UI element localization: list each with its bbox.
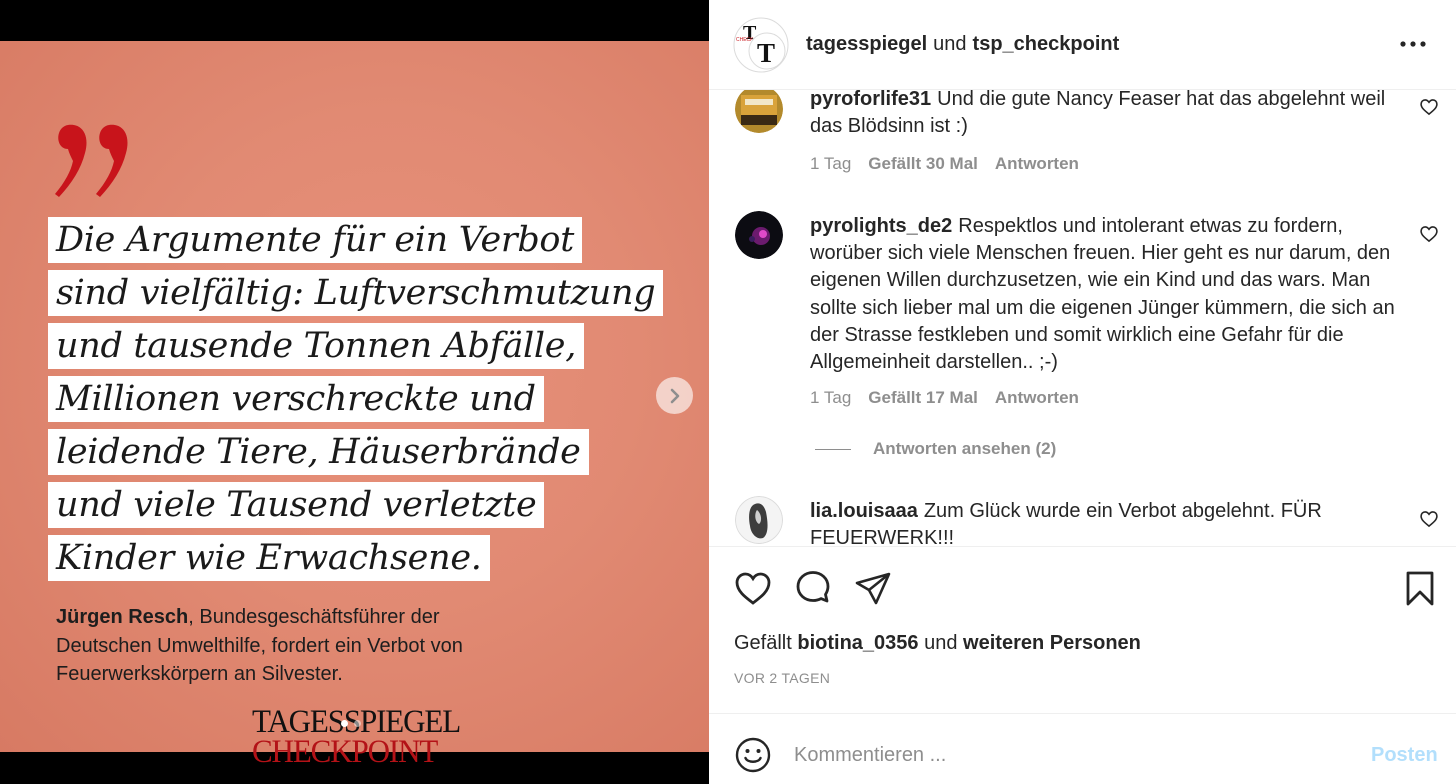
- quote-line: leidende Tiere, Häuserbrände: [48, 429, 663, 475]
- more-options-button[interactable]: [1393, 30, 1433, 58]
- view-replies-button[interactable]: Antworten ansehen (2): [815, 439, 1056, 459]
- quote-line: und tausende Tonnen Abfälle,: [48, 323, 663, 369]
- tagesspiegel-checkpoint-logo: TAGESSPIEGEL CHECKPOINT: [252, 706, 462, 770]
- quote-mark-icon: [55, 124, 128, 197]
- comment-likes[interactable]: Gefällt 17 Mal: [868, 388, 978, 408]
- comment-text: pyrolights_de2 Respektlos und intolerant …: [810, 215, 1395, 374]
- commenter-avatar[interactable]: [735, 90, 783, 133]
- heart-icon[interactable]: [1419, 224, 1439, 244]
- heart-icon[interactable]: [1419, 509, 1439, 529]
- quote-line: sind vielfältig: Luftverschmutzung: [48, 270, 664, 316]
- post-comment-button[interactable]: Posten: [1371, 744, 1438, 767]
- comment-time[interactable]: 1 Tag: [810, 154, 851, 174]
- liked-by-text: Gefällt biotina_0356 und weiteren Person…: [734, 632, 1141, 654]
- liked-by-others-link[interactable]: weiteren Personen: [963, 632, 1141, 654]
- author-link-tagesspiegel[interactable]: tagesspiegel: [806, 33, 927, 55]
- quote-line: Die Argumente für ein Verbot: [48, 217, 663, 263]
- comment-username[interactable]: lia.louisaaa: [810, 500, 918, 522]
- account-avatar[interactable]: T CHECK T: [733, 17, 789, 73]
- quote-text: Die Argumente für ein Verbot sind vielfä…: [48, 217, 664, 588]
- comment-bubble-icon[interactable]: [793, 569, 833, 609]
- comment-input[interactable]: [794, 736, 1334, 774]
- quote-line: Millionen verschreckte und: [48, 376, 663, 422]
- comment-username[interactable]: pyroforlife31: [810, 90, 931, 110]
- bookmark-save-icon[interactable]: [1400, 569, 1440, 609]
- liked-by-user-link[interactable]: biotina_0356: [797, 632, 918, 654]
- quote-attribution: Jürgen Resch, Bundesgeschäftsführer der …: [56, 603, 526, 689]
- comment-time[interactable]: 1 Tag: [810, 388, 851, 408]
- next-slide-button[interactable]: [656, 377, 693, 414]
- emoji-smiley-icon[interactable]: [734, 736, 772, 774]
- slide-dot-active: [341, 720, 348, 727]
- chevron-right-icon: [670, 388, 679, 403]
- comment-meta: 1 Tag Gefällt 17 Mal Antworten: [810, 388, 1079, 408]
- author-link-tsp-checkpoint[interactable]: tsp_checkpoint: [973, 33, 1120, 55]
- share-send-icon[interactable]: [853, 569, 893, 609]
- slide-dot: [354, 720, 361, 727]
- quote-line: und viele Tausend verletzte: [48, 482, 663, 528]
- commenter-avatar[interactable]: [735, 211, 783, 259]
- brand-line-2: CHECKPOINT: [252, 734, 438, 770]
- add-comment-bar: Posten: [709, 713, 1456, 784]
- quote-line: Kinder wie Erwachsene.: [48, 535, 663, 581]
- comment-text: lia.louisaaa Zum Glück wurde ein Verbot a…: [810, 500, 1322, 546]
- attribution-name: Jürgen Resch: [56, 606, 189, 628]
- comment-text: pyroforlife31 Und die gute Nancy Feaser h…: [810, 90, 1386, 138]
- comments-list[interactable]: pyroforlife31 Und die gute Nancy Feaser h…: [709, 90, 1456, 546]
- comment-username[interactable]: pyrolights_de2: [810, 215, 952, 237]
- reply-button[interactable]: Antworten: [995, 388, 1079, 408]
- comment-meta: 1 Tag Gefällt 30 Mal Antworten: [810, 154, 1079, 174]
- post-timestamp[interactable]: VOR 2 TAGEN: [734, 670, 830, 686]
- post-slide: Die Argumente für ein Verbot sind vielfä…: [0, 41, 709, 769]
- post-info-panel: T CHECK T tagesspiegel und tsp_checkpoint …: [709, 0, 1456, 784]
- reply-button[interactable]: Antworten: [995, 154, 1079, 174]
- author-conjunction: und: [933, 33, 967, 55]
- like-heart-icon[interactable]: [733, 569, 773, 609]
- svg-text:T: T: [757, 38, 775, 68]
- post-authors: tagesspiegel und tsp_checkpoint: [806, 32, 1119, 56]
- more-horizontal-icon: [1400, 41, 1426, 47]
- post-media: Die Argumente für ein Verbot sind vielfä…: [0, 0, 709, 784]
- post-header: T CHECK T tagesspiegel und tsp_checkpoint: [709, 0, 1456, 90]
- slide-indicator: [341, 720, 361, 727]
- comment-likes[interactable]: Gefällt 30 Mal: [868, 154, 978, 174]
- view-replies-label: Antworten ansehen (2): [873, 439, 1057, 458]
- heart-icon[interactable]: [1419, 97, 1439, 117]
- commenter-avatar[interactable]: [735, 496, 783, 544]
- post-actions-bar: [709, 546, 1456, 628]
- replies-divider-line: [815, 448, 851, 450]
